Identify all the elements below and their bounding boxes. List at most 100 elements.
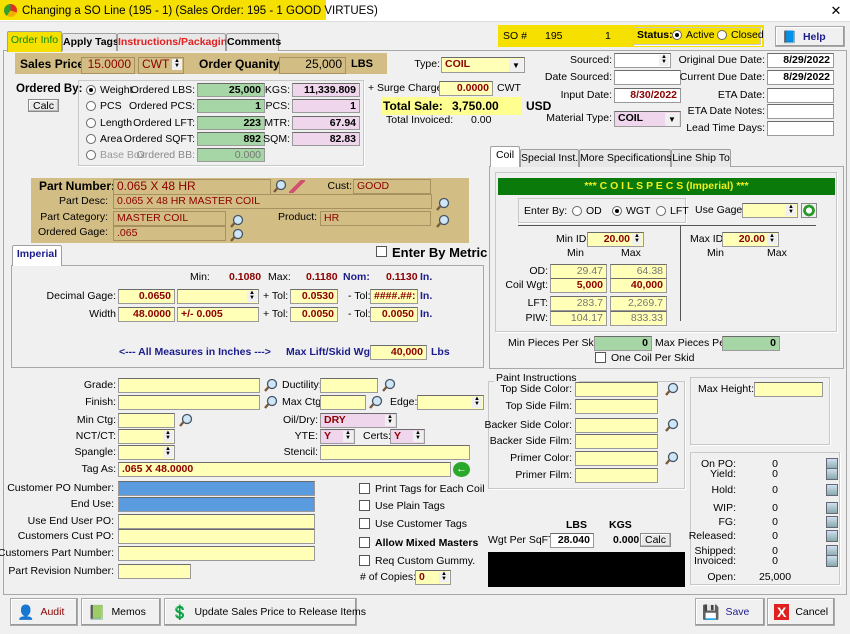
ordered-gage-field[interactable]: .065 <box>113 226 226 241</box>
category-lookup-icon[interactable] <box>229 214 245 228</box>
max-ctg-field[interactable] <box>320 395 366 410</box>
customer-po-field[interactable] <box>118 481 315 496</box>
max-ctg-lookup-icon[interactable] <box>368 395 384 409</box>
ductility-field[interactable] <box>320 378 378 393</box>
spinner-icon[interactable]: ▲ ▼ <box>172 58 182 70</box>
metric-1-field[interactable]: 1 <box>292 99 360 113</box>
enter-by-metric-checkbox[interactable] <box>376 246 387 257</box>
spinner-icon[interactable]: ▲ ▼ <box>385 414 395 426</box>
count-3-lookup-icon[interactable] <box>826 502 838 514</box>
coil-row-3-min[interactable]: 104.17 <box>550 311 607 326</box>
price-unit-select[interactable]: CWT ▲ ▼ <box>138 57 184 74</box>
coil-row-0-min[interactable]: 29.47 <box>550 264 607 279</box>
lead-field[interactable] <box>767 121 834 136</box>
grade-lookup-icon[interactable] <box>263 378 279 392</box>
status-active-radio[interactable] <box>672 30 682 40</box>
back-color-lookup-icon[interactable] <box>664 418 680 432</box>
audit-button[interactable]: 👤 Audit <box>10 598 78 626</box>
finish-lookup-icon[interactable] <box>263 395 279 409</box>
wgt-calc-button[interactable]: Calc <box>640 533 671 547</box>
top-film-field[interactable] <box>575 399 658 414</box>
product-lookup-icon[interactable] <box>435 214 451 228</box>
close-button[interactable]: ✕ <box>826 2 846 20</box>
gage-tolerance-select[interactable]: ▲ ▼ <box>177 289 259 304</box>
max-id-field[interactable]: 20.00 ▲ ▼ <box>722 232 779 247</box>
spinner-icon[interactable]: ▲ ▼ <box>439 571 449 583</box>
count-2-lookup-icon[interactable] <box>826 484 838 496</box>
tab-coil-special-inst-[interactable]: Special Inst. <box>520 149 579 167</box>
customer-part-field[interactable] <box>118 546 315 561</box>
part-category-field[interactable]: MASTER COIL <box>113 211 226 226</box>
min-id-field[interactable]: 20.00 ▲ ▼ <box>587 232 644 247</box>
coil-row-3-max[interactable]: 833.33 <box>610 311 667 326</box>
enter-by-lft-radio[interactable] <box>656 206 666 216</box>
tab-imperial[interactable]: Imperial <box>12 245 62 266</box>
tag-as-field[interactable]: .065 X 48.0000 <box>118 462 451 477</box>
oil-dry-field[interactable]: DRY ▲ ▼ <box>320 413 397 428</box>
eta-notes-field[interactable] <box>767 104 834 119</box>
back-color-field[interactable] <box>575 418 658 433</box>
spinner-icon[interactable]: ▲ ▼ <box>767 233 777 245</box>
metric-3-field[interactable]: 82.83 <box>292 132 360 146</box>
spinner-icon[interactable]: ▲ ▼ <box>247 290 257 302</box>
cust-tags-checkbox[interactable] <box>359 518 370 529</box>
tab-order-info[interactable]: Order Info <box>7 31 62 52</box>
save-button[interactable]: 💾 Save <box>695 598 765 626</box>
width-ptol-field[interactable]: 0.0050 <box>290 307 338 322</box>
tab-coil-more-specifications[interactable]: More Specifications <box>579 149 672 167</box>
tab-comments[interactable]: Comments <box>226 33 281 51</box>
copies-field[interactable]: 0 ▲ ▼ <box>415 570 451 585</box>
customer-cust-po-field[interactable] <box>118 529 315 544</box>
grade-field[interactable] <box>118 378 260 393</box>
coil-row-1-min[interactable]: 5,000 <box>550 278 607 293</box>
top-color-lookup-icon[interactable] <box>664 382 680 396</box>
tab-coil-line-ship-to[interactable]: Line Ship To <box>671 149 731 167</box>
count-4-lookup-icon[interactable] <box>826 516 838 528</box>
eta-field[interactable] <box>767 88 834 103</box>
top-color-field[interactable] <box>575 382 658 397</box>
cur-due-field[interactable]: 8/29/2022 <box>767 70 834 85</box>
decimal-gage-field[interactable]: 0.0650 <box>118 289 175 304</box>
enter-by-wgt-radio[interactable] <box>612 206 622 216</box>
back-film-field[interactable] <box>575 434 658 449</box>
count-5-lookup-icon[interactable] <box>826 530 838 542</box>
part-desc-lookup-icon[interactable] <box>435 197 451 211</box>
customer-enduse-field[interactable] <box>118 497 315 512</box>
spinner-icon[interactable]: ▲ ▼ <box>786 204 796 216</box>
cust-field[interactable]: GOOD <box>353 179 431 194</box>
max-pieces-field[interactable]: 0 <box>722 336 780 351</box>
orig-due-field[interactable]: 8/29/2022 <box>767 53 834 68</box>
gage-ptol-field[interactable]: 0.0530 <box>290 289 338 304</box>
gage-lookup-icon[interactable] <box>229 228 245 242</box>
customer-rev-field[interactable] <box>118 564 191 579</box>
ductility-lookup-icon[interactable] <box>381 378 397 392</box>
cancel-button[interactable]: X Cancel <box>767 598 835 626</box>
coil-row-2-max[interactable]: 2,269.7 <box>610 296 667 311</box>
coil-row-2-min[interactable]: 283.7 <box>550 296 607 311</box>
refresh-icon[interactable] <box>801 203 817 218</box>
yte-field[interactable]: Y ▲ ▼ <box>320 429 355 444</box>
count-7-lookup-icon[interactable] <box>826 555 838 567</box>
max-lift-field[interactable]: 40,000 <box>370 345 427 360</box>
gummy-checkbox[interactable] <box>359 555 370 566</box>
plain-tags-checkbox[interactable] <box>359 500 370 511</box>
print-tags-checkbox[interactable] <box>359 483 370 494</box>
coil-row-0-max[interactable]: 64.38 <box>610 264 667 279</box>
customer-enduser-po-field[interactable] <box>118 514 315 529</box>
ordered-4-field[interactable]: 0.000 <box>197 148 265 162</box>
product-field[interactable]: HR <box>320 211 431 226</box>
max-height-field[interactable] <box>754 382 823 397</box>
memos-button[interactable]: 📗 Memos <box>81 598 161 626</box>
mixed-checkbox[interactable] <box>359 537 370 548</box>
finish-field[interactable] <box>118 395 260 410</box>
sales-price-field[interactable]: 15.0000 <box>81 57 135 74</box>
width-tolerance-field[interactable]: +/- 0.005 <box>177 307 259 322</box>
tab-apply-tags[interactable]: Apply Tags <box>62 33 119 51</box>
spinner-icon[interactable]: ▲ ▼ <box>343 430 353 442</box>
min-pieces-field[interactable]: 0 <box>594 336 652 351</box>
use-gage-field[interactable]: ▲ ▼ <box>742 203 798 218</box>
help-button[interactable]: 📘 Help <box>775 26 845 47</box>
wgt-per-sqft-field[interactable]: 28.040 <box>550 533 594 548</box>
metric-2-field[interactable]: 67.94 <box>292 116 360 130</box>
one-coil-per-skid-checkbox[interactable] <box>595 352 606 363</box>
